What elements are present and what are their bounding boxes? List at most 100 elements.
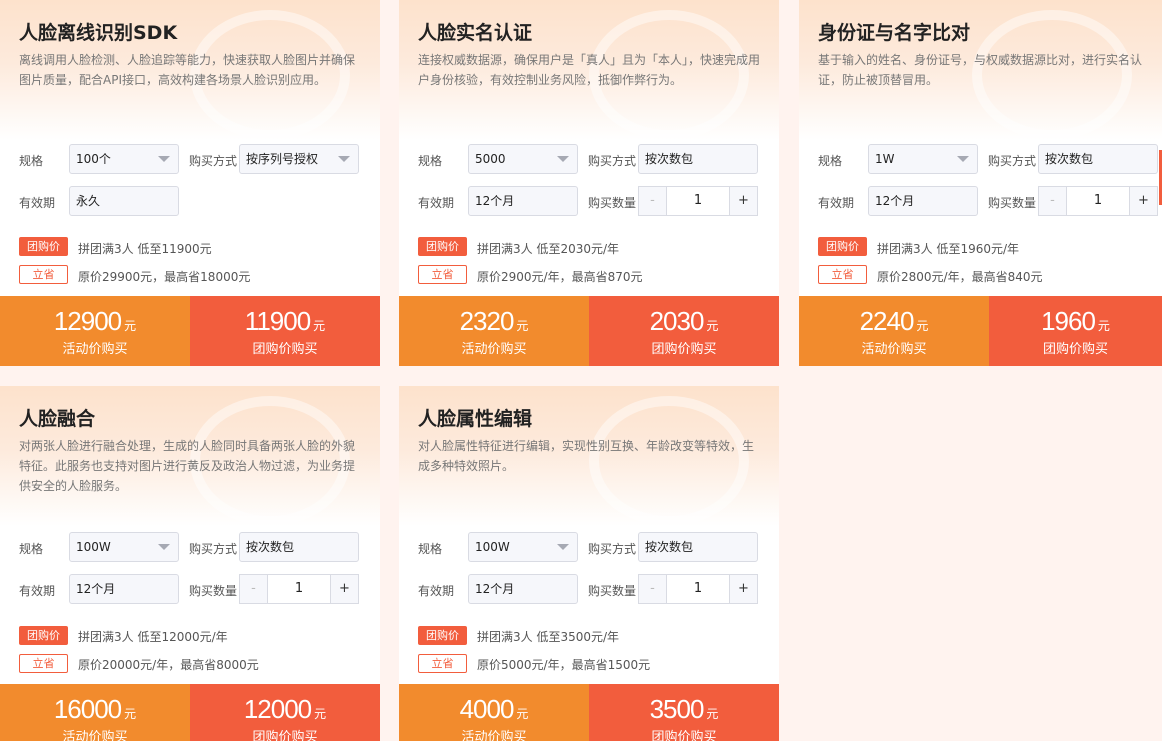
original-price-info: 原价5000元/年，最高省1500元 [477, 658, 651, 672]
quantity-stepper: - 1 + [638, 574, 758, 604]
validity-field[interactable]: 12个月 [69, 574, 179, 604]
group-price-buy-button[interactable]: 11900 元 团购价购买 [190, 296, 380, 366]
validity-label: 有效期 [818, 196, 855, 210]
increment-button[interactable]: + [330, 575, 358, 603]
activity-buy-label: 活动价购买 [62, 730, 128, 741]
increment-button[interactable]: + [729, 187, 757, 215]
activity-price: 2240 元 [859, 306, 929, 336]
product-card-face-fusion: 人脸融合 对两张人脸进行融合处理，生成的人脸同时具备两张人脸的外貌特征。此服务也… [0, 386, 380, 741]
save-tag: 立省 [418, 654, 467, 673]
quantity-label: 购买数量 [189, 584, 238, 598]
activity-price-buy-button[interactable]: 16000 元 活动价购买 [0, 684, 190, 741]
activity-price: 2320 元 [459, 306, 529, 336]
quantity-input[interactable]: 1 [268, 575, 330, 603]
original-price-info: 原价29900元，最高省18000元 [78, 270, 251, 284]
purchase-mode-label: 购买方式 [189, 154, 238, 168]
group-price: 2030 元 [649, 306, 719, 336]
purchase-mode-label: 购买方式 [189, 542, 238, 556]
purchase-mode-label: 购买方式 [988, 154, 1037, 168]
spec-label: 规格 [818, 154, 843, 168]
activity-buy-label: 活动价购买 [62, 342, 128, 357]
card-description: 对两张人脸进行融合处理，生成的人脸同时具备两张人脸的外貌特征。此服务也支持对图片… [19, 439, 356, 493]
activity-price: 16000 元 [53, 694, 137, 724]
purchase-mode-field[interactable]: 按次数包 [638, 144, 758, 174]
decrement-button[interactable]: - [639, 575, 667, 603]
save-tag: 立省 [818, 265, 867, 284]
group-price-buy-button[interactable]: 1960 元 团购价购买 [989, 296, 1162, 366]
quantity-input[interactable]: 1 [667, 575, 729, 603]
spec-select[interactable]: 100个 [69, 144, 179, 174]
spec-label: 规格 [418, 542, 443, 556]
group-price-tag: 团购价 [418, 237, 467, 256]
quantity-label: 购买数量 [988, 196, 1037, 210]
validity-label: 有效期 [19, 584, 56, 598]
validity-field[interactable]: 永久 [69, 186, 179, 216]
spec-select[interactable]: 100W [69, 532, 179, 562]
product-card-id-name-match: 身份证与名字比对 基于输入的姓名、身份证号，与权威数据源比对，进行实名认证，防止… [799, 0, 1162, 366]
group-price-buy-button[interactable]: 2030 元 团购价购买 [589, 296, 779, 366]
increment-button[interactable]: + [1129, 187, 1157, 215]
quantity-input[interactable]: 1 [1067, 187, 1129, 215]
purchase-mode-field[interactable]: 按次数包 [638, 532, 758, 562]
group-buy-label: 团购价购买 [252, 342, 318, 357]
spec-select[interactable]: 1W [868, 144, 978, 174]
quantity-input[interactable]: 1 [667, 187, 729, 215]
group-price-info: 拼团满3人 低至3500元/年 [477, 630, 620, 644]
activity-buy-label: 活动价购买 [861, 342, 927, 357]
original-price-info: 原价2900元/年，最高省870元 [477, 270, 643, 284]
group-price: 12000 元 [243, 694, 327, 724]
activity-buy-label: 活动价购买 [461, 342, 527, 357]
activity-price: 12900 元 [53, 306, 137, 336]
group-price-buy-button[interactable]: 3500 元 团购价购买 [589, 684, 779, 741]
group-price-info: 拼团满3人 低至11900元 [78, 242, 212, 256]
spec-select[interactable]: 5000 [468, 144, 578, 174]
validity-field[interactable]: 12个月 [468, 574, 578, 604]
decrement-button[interactable]: - [240, 575, 268, 603]
group-buy-label: 团购价购买 [252, 730, 318, 741]
group-buy-label: 团购价购买 [1042, 342, 1108, 357]
activity-price-buy-button[interactable]: 2240 元 活动价购买 [799, 296, 989, 366]
spec-label: 规格 [19, 154, 44, 168]
activity-price-buy-button[interactable]: 2320 元 活动价购买 [399, 296, 589, 366]
card-title: 人脸实名认证 [418, 22, 533, 44]
validity-label: 有效期 [418, 584, 455, 598]
validity-field[interactable]: 12个月 [868, 186, 978, 216]
group-price-info: 拼团满3人 低至2030元/年 [477, 242, 620, 256]
save-tag: 立省 [19, 654, 68, 673]
save-tag: 立省 [418, 265, 467, 284]
group-price-info: 拼团满3人 低至1960元/年 [877, 242, 1020, 256]
original-price-info: 原价2800元/年，最高省840元 [877, 270, 1043, 284]
group-price: 11900 元 [244, 306, 326, 336]
validity-label: 有效期 [19, 196, 56, 210]
card-description: 基于输入的姓名、身份证号，与权威数据源比对，进行实名认证，防止被顶替冒用。 [818, 53, 1143, 87]
spec-select[interactable]: 100W [468, 532, 578, 562]
group-price-buy-button[interactable]: 12000 元 团购价购买 [190, 684, 380, 741]
product-card-face-attribute-edit: 人脸属性编辑 对人脸属性特征进行编辑，实现性别互换、年龄改变等特效，生成多种特效… [399, 386, 779, 741]
card-description: 离线调用人脸检测、人脸追踪等能力，快速获取人脸图片并确保图片质量，配合API接口… [19, 53, 356, 87]
group-price: 1960 元 [1041, 306, 1110, 336]
quantity-label: 购买数量 [588, 196, 637, 210]
product-card-face-realname-auth: 人脸实名认证 连接权威数据源，确保用户是「真人」且为「本人」，快速完成用户身份核… [399, 0, 779, 366]
group-price-tag: 团购价 [19, 626, 68, 645]
purchase-mode-field[interactable]: 按次数包 [239, 532, 359, 562]
quantity-label: 购买数量 [588, 584, 637, 598]
decrement-button[interactable]: - [1039, 187, 1067, 215]
activity-price-buy-button[interactable]: 12900 元 活动价购买 [0, 296, 190, 366]
validity-field[interactable]: 12个月 [468, 186, 578, 216]
card-title: 人脸属性编辑 [418, 408, 533, 430]
activity-buy-label: 活动价购买 [461, 730, 527, 741]
increment-button[interactable]: + [729, 575, 757, 603]
card-title: 人脸融合 [19, 408, 96, 430]
purchase-mode-field[interactable]: 按次数包 [1038, 144, 1158, 174]
product-card-face-offline-sdk: 人脸离线识别SDK 离线调用人脸检测、人脸追踪等能力，快速获取人脸图片并确保图片… [0, 0, 380, 366]
quantity-stepper: - 1 + [239, 574, 359, 604]
quantity-stepper: - 1 + [638, 186, 758, 216]
card-title: 人脸离线识别SDK [19, 22, 178, 44]
card-title: 身份证与名字比对 [818, 22, 971, 44]
activity-price-buy-button[interactable]: 4000 元 活动价购买 [399, 684, 589, 741]
quantity-stepper: - 1 + [1038, 186, 1158, 216]
decrement-button[interactable]: - [639, 187, 667, 215]
purchase-mode-select[interactable]: 按序列号授权 [239, 144, 359, 174]
save-tag: 立省 [19, 265, 68, 284]
card-description: 对人脸属性特征进行编辑，实现性别互换、年龄改变等特效，生成多种特效照片。 [418, 439, 755, 473]
